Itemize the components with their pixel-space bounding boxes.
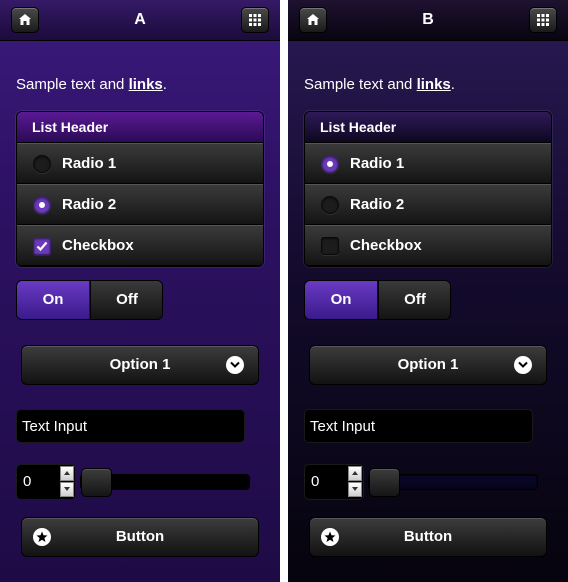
- option-select[interactable]: Option 1: [309, 345, 547, 385]
- list-view: List Header Radio 1 Radio 2 Checkbox: [16, 111, 264, 267]
- radio-1-label: Radio 1: [62, 155, 117, 172]
- number-value: 0: [311, 473, 320, 490]
- radio-2-label: Radio 2: [62, 196, 117, 213]
- on-off-toggle[interactable]: On Off: [304, 280, 451, 320]
- list-header: List Header: [305, 112, 551, 143]
- caret-down-icon: [64, 487, 70, 491]
- list-item-checkbox[interactable]: Checkbox: [305, 225, 551, 266]
- page-title: B: [422, 11, 434, 28]
- caret-up-icon: [352, 471, 358, 475]
- toggle-on[interactable]: On: [305, 281, 377, 319]
- number-value: 0: [23, 473, 32, 490]
- panel-divider: [280, 0, 288, 582]
- radio-2-label: Radio 2: [350, 196, 405, 213]
- list-item-radio-1[interactable]: Radio 1: [305, 143, 551, 184]
- radio-button-2[interactable]: [321, 196, 339, 214]
- select-value: Option 1: [397, 356, 459, 373]
- number-spinner[interactable]: [60, 466, 74, 498]
- list-item-radio-1[interactable]: Radio 1: [17, 143, 263, 184]
- sample-text-body: Sample text and: [304, 76, 417, 93]
- caret-up-icon: [64, 471, 70, 475]
- range-slider[interactable]: [80, 468, 250, 497]
- header-bar: A: [0, 0, 280, 41]
- grid-button[interactable]: [241, 7, 269, 33]
- text-input[interactable]: Text Input: [16, 409, 245, 443]
- sample-text: Sample text and links.: [16, 76, 167, 93]
- grid-button[interactable]: [529, 7, 557, 33]
- radio-button-1[interactable]: [321, 155, 339, 173]
- number-spinner[interactable]: [348, 466, 362, 498]
- list-view: List Header Radio 1 Radio 2 Checkbox: [304, 111, 552, 267]
- toggle-on[interactable]: On: [17, 281, 89, 319]
- sample-text-end: .: [450, 76, 455, 93]
- sample-text-end: .: [162, 76, 167, 93]
- on-off-toggle[interactable]: On Off: [16, 280, 163, 320]
- list-item-radio-2[interactable]: Radio 2: [305, 184, 551, 225]
- sample-text: Sample text and links.: [304, 76, 455, 93]
- radio-button-1[interactable]: [33, 155, 51, 173]
- action-button[interactable]: Button: [21, 517, 259, 557]
- theme-panel-a: A Sample text and links. List Header Rad…: [0, 0, 280, 582]
- spinner-down-button[interactable]: [348, 482, 362, 497]
- button-label: Button: [403, 528, 453, 545]
- toggle-off[interactable]: Off: [378, 281, 450, 319]
- caret-down-icon: [352, 487, 358, 491]
- sample-link[interactable]: links: [417, 76, 451, 93]
- slider-thumb[interactable]: [369, 468, 400, 497]
- checkbox[interactable]: [321, 237, 339, 255]
- chevron-down-icon: [514, 356, 532, 374]
- option-select[interactable]: Option 1: [21, 345, 259, 385]
- list-item-checkbox[interactable]: Checkbox: [17, 225, 263, 266]
- range-slider[interactable]: [368, 468, 538, 497]
- toggle-off[interactable]: Off: [90, 281, 162, 319]
- checkmark-icon: [36, 241, 48, 252]
- header-bar: B: [288, 0, 568, 41]
- button-label: Button: [115, 528, 165, 545]
- select-value: Option 1: [109, 356, 171, 373]
- number-input[interactable]: 0: [304, 464, 364, 500]
- theme-panel-b: B Sample text and links. List Header Rad…: [288, 0, 568, 582]
- chevron-down-icon: [226, 356, 244, 374]
- number-input[interactable]: 0: [16, 464, 76, 500]
- checkbox[interactable]: [33, 237, 51, 255]
- radio-button-2[interactable]: [33, 196, 51, 214]
- text-input[interactable]: Text Input: [304, 409, 533, 443]
- spinner-up-button[interactable]: [348, 466, 362, 481]
- sample-text-body: Sample text and: [16, 76, 129, 93]
- radio-1-label: Radio 1: [350, 155, 405, 172]
- page-title: A: [134, 11, 146, 28]
- action-button[interactable]: Button: [309, 517, 547, 557]
- spinner-up-button[interactable]: [60, 466, 74, 481]
- checkbox-label: Checkbox: [62, 237, 134, 254]
- spinner-down-button[interactable]: [60, 482, 74, 497]
- list-header: List Header: [17, 112, 263, 143]
- list-item-radio-2[interactable]: Radio 2: [17, 184, 263, 225]
- slider-thumb[interactable]: [81, 468, 112, 497]
- checkbox-label: Checkbox: [350, 237, 422, 254]
- sample-link[interactable]: links: [129, 76, 163, 93]
